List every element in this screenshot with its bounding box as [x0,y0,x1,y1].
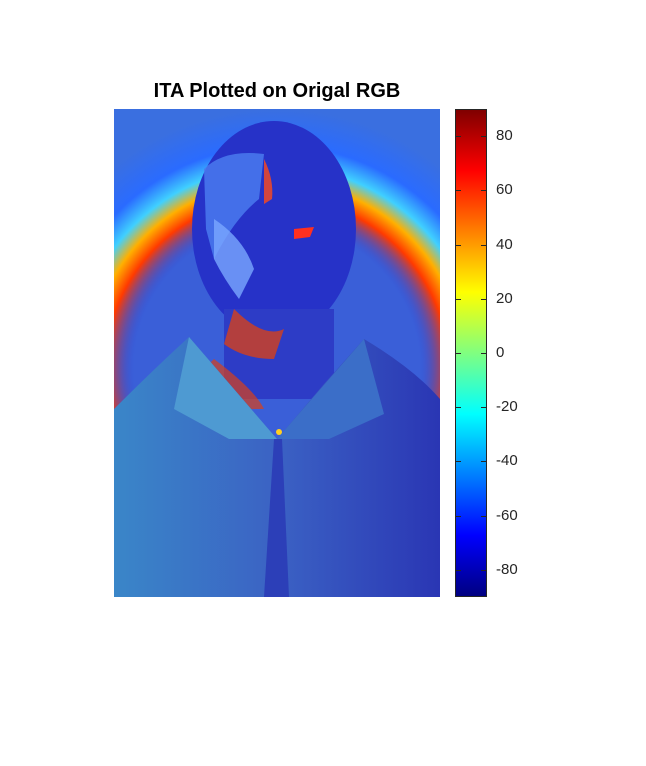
colorbar-tick-label: 0 [496,344,505,361]
colorbar-tick-mark [456,407,461,409]
colorbar-tick-label: -20 [496,398,518,416]
ita-heatmap-image [114,109,440,597]
colorbar-tick-mark [481,298,486,300]
colorbar-tick-mark [456,190,461,192]
colorbar-tick-label: -60 [496,506,518,524]
colorbar-tick-mark [481,190,486,192]
plot-title: ITA Plotted on Origal RGB [153,80,401,102]
colorbar-tick-mark [456,244,461,246]
colorbar-tick-mark [481,244,486,246]
colorbar-tick-mark [456,298,461,300]
colorbar-tick-mark [481,353,486,354]
colorbar-tick-label: 60 [496,181,513,199]
colorbar-tick-label: 80 [496,127,513,145]
colorbar-tick-mark [481,515,486,517]
figure: ITA Plotted on Origal RGB 80 60 40 20 0 … [0,0,646,766]
colorbar-tick-label: 40 [496,235,513,253]
colorbar-tick-label: -80 [496,560,518,578]
colorbar-tick-mark [456,136,461,138]
colorbar-tick-label: -40 [496,452,518,470]
colorbar-tick-mark [456,353,461,354]
colorbar-tick-mark [456,515,461,517]
colorbar-tick-mark [481,461,486,463]
colorbar-tick-mark [481,569,486,571]
colorbar-tick-mark [481,407,486,409]
colorbar-tick-mark [481,136,486,138]
colorbar-tick-label: 20 [496,289,513,307]
colorbar-tick-mark [456,461,461,463]
colorbar-tick-mark [456,569,461,571]
